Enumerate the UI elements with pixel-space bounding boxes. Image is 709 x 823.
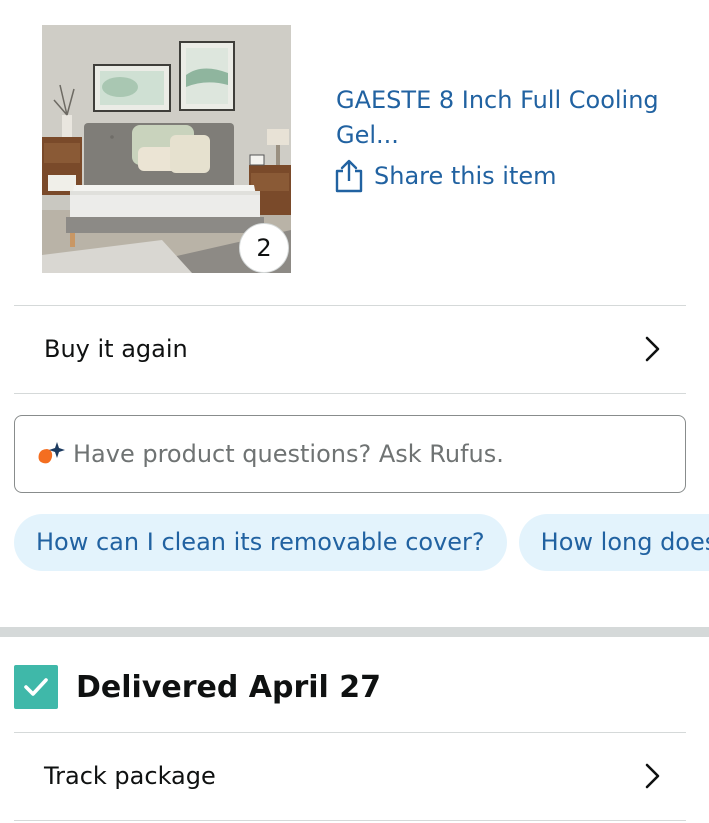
buy-it-again-row[interactable]: Buy it again (14, 306, 686, 392)
rufus-placeholder: Have product questions? Ask Rufus. (73, 440, 504, 468)
share-icon (334, 159, 364, 193)
ask-rufus-input[interactable]: Have product questions? Ask Rufus. (14, 415, 686, 493)
product-title-link[interactable]: GAESTE 8 Inch Full Cooling Gel... (336, 83, 676, 153)
chevron-right-icon (644, 762, 662, 790)
delivery-status-text: Delivered April 27 (76, 669, 382, 705)
track-package-label: Track package (44, 762, 216, 790)
share-item-label: Share this item (374, 162, 557, 190)
chevron-right-icon (644, 335, 662, 363)
suggestion-chips: How can I clean its removable cover? How … (14, 514, 709, 571)
checkmark-icon (14, 665, 58, 709)
track-package-row[interactable]: Track package (14, 733, 686, 819)
delivery-status: Delivered April 27 (14, 663, 381, 711)
divider (14, 820, 686, 821)
rufus-sparkle-icon (35, 440, 67, 468)
share-item-link[interactable]: Share this item (334, 159, 557, 193)
divider (14, 393, 686, 394)
product-card: 2 GAESTE 8 Inch Full Cooling Gel... Shar… (0, 0, 709, 305)
section-separator (0, 627, 709, 637)
suggestion-chip[interactable]: How long does (518, 514, 709, 571)
quantity-badge: 2 (239, 223, 289, 273)
buy-it-again-label: Buy it again (44, 335, 188, 363)
suggestion-chip[interactable]: How can I clean its removable cover? (14, 514, 507, 571)
